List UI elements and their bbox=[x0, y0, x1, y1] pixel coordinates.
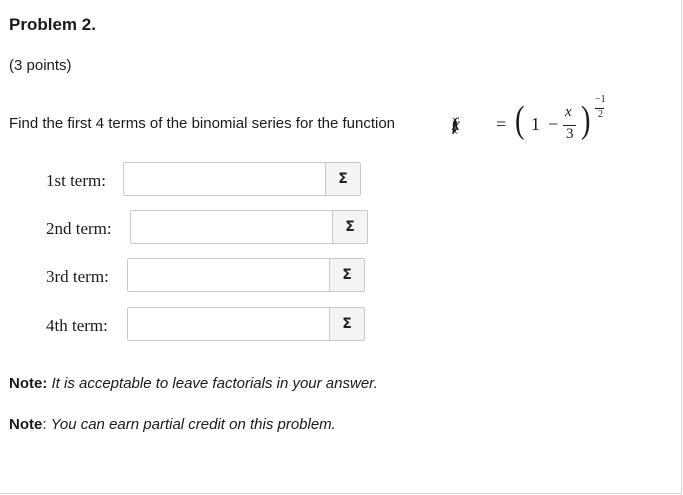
answer-row-2: 2nd term: Σ bbox=[0, 210, 400, 246]
answer-label-3: 3rd term: bbox=[46, 267, 109, 286]
note-factorials: Note: It is acceptable to leave factoria… bbox=[9, 375, 378, 392]
note-partial-credit: Note: You can earn partial credit on thi… bbox=[9, 416, 336, 433]
sigma-icon: Σ bbox=[345, 219, 355, 235]
formula-right-paren: ) bbox=[581, 99, 591, 141]
fraction-numerator: x bbox=[565, 104, 572, 120]
formula-minus: − bbox=[548, 114, 559, 134]
function-formula: f(x) = ( 1 − x 3 ) −1 2 bbox=[452, 92, 632, 152]
formula-equals: = bbox=[496, 114, 507, 134]
answer-input-3[interactable] bbox=[127, 258, 331, 292]
note-prefix: Note: bbox=[9, 375, 48, 392]
sigma-icon: Σ bbox=[338, 171, 348, 187]
sigma-icon: Σ bbox=[342, 316, 352, 332]
answer-input-1[interactable] bbox=[123, 162, 327, 196]
answer-label-4: 4th term: bbox=[46, 316, 108, 335]
formula-one: 1 bbox=[531, 114, 540, 134]
sigma-icon: Σ bbox=[342, 267, 352, 283]
answer-row-1: 1st term: Σ bbox=[0, 162, 400, 198]
note-text: It is acceptable to leave factorials in … bbox=[51, 375, 378, 392]
problem-points: (3 points) bbox=[9, 57, 72, 74]
formula-lhs-close: ) bbox=[452, 114, 458, 134]
equation-editor-button-3[interactable]: Σ bbox=[329, 258, 365, 292]
exponent-numerator: −1 bbox=[595, 94, 606, 105]
problem-statement: Find the first 4 terms of the binomial s… bbox=[9, 115, 396, 132]
note-colon: : bbox=[42, 416, 47, 433]
equation-editor-button-1[interactable]: Σ bbox=[325, 162, 361, 196]
answer-row-4: 4th term: Σ bbox=[0, 307, 400, 343]
note-text: You can earn partial credit on this prob… bbox=[50, 416, 336, 433]
fraction-denominator: 3 bbox=[566, 126, 574, 142]
problem-title: Problem 2. bbox=[9, 15, 96, 34]
equation-editor-button-2[interactable]: Σ bbox=[332, 210, 368, 244]
equation-editor-button-4[interactable]: Σ bbox=[329, 307, 365, 341]
exponent-denominator: 2 bbox=[598, 109, 603, 120]
answer-input-2[interactable] bbox=[130, 210, 334, 244]
answer-label-2: 2nd term: bbox=[46, 219, 112, 238]
answer-input-4[interactable] bbox=[127, 307, 331, 341]
answer-row-3: 3rd term: Σ bbox=[0, 258, 400, 294]
formula-left-paren: ( bbox=[515, 99, 525, 141]
answer-label-1: 1st term: bbox=[46, 171, 106, 190]
note-prefix: Note bbox=[9, 416, 43, 433]
